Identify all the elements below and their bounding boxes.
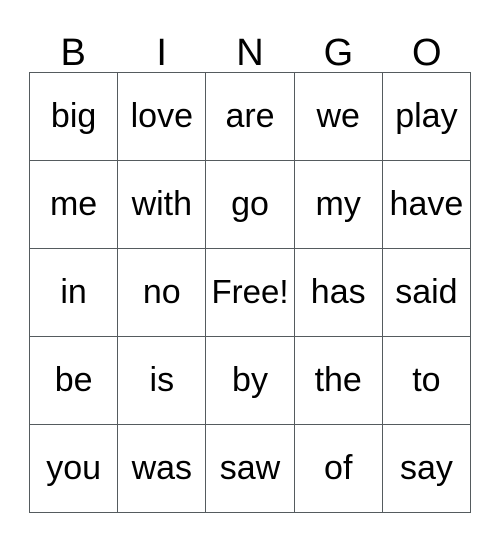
bingo-cell-label: have — [389, 184, 464, 223]
bingo-cell-g5[interactable]: of — [294, 425, 383, 513]
bingo-cell-i3[interactable]: no — [118, 249, 207, 337]
bingo-cell-o3[interactable]: said — [382, 249, 472, 337]
bingo-header-letter-g: G — [323, 32, 354, 74]
bingo-cell-label: we — [316, 96, 360, 135]
bingo-cell-i2[interactable]: with — [118, 161, 207, 249]
bingo-cell-b4[interactable]: be — [30, 337, 119, 425]
bingo-cell-g1[interactable]: we — [294, 73, 383, 161]
bingo-cell-label: be — [54, 360, 93, 399]
bingo-cell-label: saw — [219, 448, 281, 487]
bingo-cell-o5[interactable]: say — [382, 425, 472, 513]
bingo-cell-n2[interactable]: go — [206, 161, 295, 249]
bingo-cell-label: with — [131, 184, 193, 223]
bingo-cell-label: to — [412, 360, 441, 399]
bingo-cell-o4[interactable]: to — [382, 337, 472, 425]
bingo-cell-b1[interactable]: big — [30, 73, 119, 161]
bingo-cell-i5[interactable]: was — [118, 425, 207, 513]
bingo-grid-row: be is by the to — [30, 337, 472, 425]
bingo-grid: big love are we play me with go my have … — [29, 72, 472, 513]
bingo-cell-label: love — [130, 96, 193, 135]
bingo-cell-o2[interactable]: have — [382, 161, 472, 249]
bingo-cell-i1[interactable]: love — [118, 73, 207, 161]
bingo-cell-label: was — [131, 448, 193, 487]
bingo-cell-label: the — [314, 360, 362, 399]
bingo-header-letter-b: B — [60, 32, 86, 74]
bingo-cell-label: by — [232, 360, 268, 399]
bingo-cell-label: in — [60, 272, 87, 311]
bingo-cell-g3[interactable]: has — [294, 249, 383, 337]
bingo-cell-label: my — [315, 184, 361, 223]
bingo-cell-label: say — [399, 448, 453, 487]
bingo-grid-row: you was saw of say — [30, 425, 472, 513]
bingo-cell-label: are — [225, 96, 275, 135]
bingo-cell-b2[interactable]: me — [30, 161, 119, 249]
bingo-cell-i4[interactable]: is — [118, 337, 207, 425]
bingo-cell-label: me — [49, 184, 98, 223]
bingo-grid-row: in no Free! has said — [30, 249, 472, 337]
bingo-cell-g2[interactable]: my — [294, 161, 383, 249]
bingo-cell-b3[interactable]: in — [30, 249, 119, 337]
bingo-cell-label: no — [142, 272, 181, 311]
bingo-cell-label: play — [395, 96, 458, 135]
bingo-grid-row: big love are we play — [30, 73, 472, 161]
bingo-cell-label: of — [324, 448, 353, 487]
bingo-cell-g4[interactable]: the — [294, 337, 383, 425]
bingo-cell-label: is — [149, 360, 175, 399]
bingo-cell-free-space[interactable]: Free! — [206, 249, 295, 337]
bingo-cell-n4[interactable]: by — [206, 337, 295, 425]
bingo-header-row: B I N G O — [29, 20, 471, 72]
bingo-cell-o1[interactable]: play — [382, 73, 472, 161]
bingo-cell-label: big — [50, 96, 97, 135]
bingo-card: B I N G O big love are we play me with g… — [29, 20, 472, 513]
bingo-header-letter-i: I — [156, 32, 167, 74]
bingo-cell-n1[interactable]: are — [206, 73, 295, 161]
bingo-free-space-label: Free! — [211, 273, 289, 311]
bingo-cell-label: said — [395, 272, 458, 311]
bingo-cell-b5[interactable]: you — [30, 425, 119, 513]
bingo-cell-label: go — [231, 184, 269, 223]
bingo-header-letter-o: O — [412, 32, 442, 74]
bingo-grid-row: me with go my have — [30, 161, 472, 249]
bingo-cell-n5[interactable]: saw — [206, 425, 295, 513]
bingo-cell-label: has — [310, 272, 366, 311]
bingo-header-letter-n: N — [236, 32, 264, 74]
bingo-cell-label: you — [46, 448, 102, 487]
